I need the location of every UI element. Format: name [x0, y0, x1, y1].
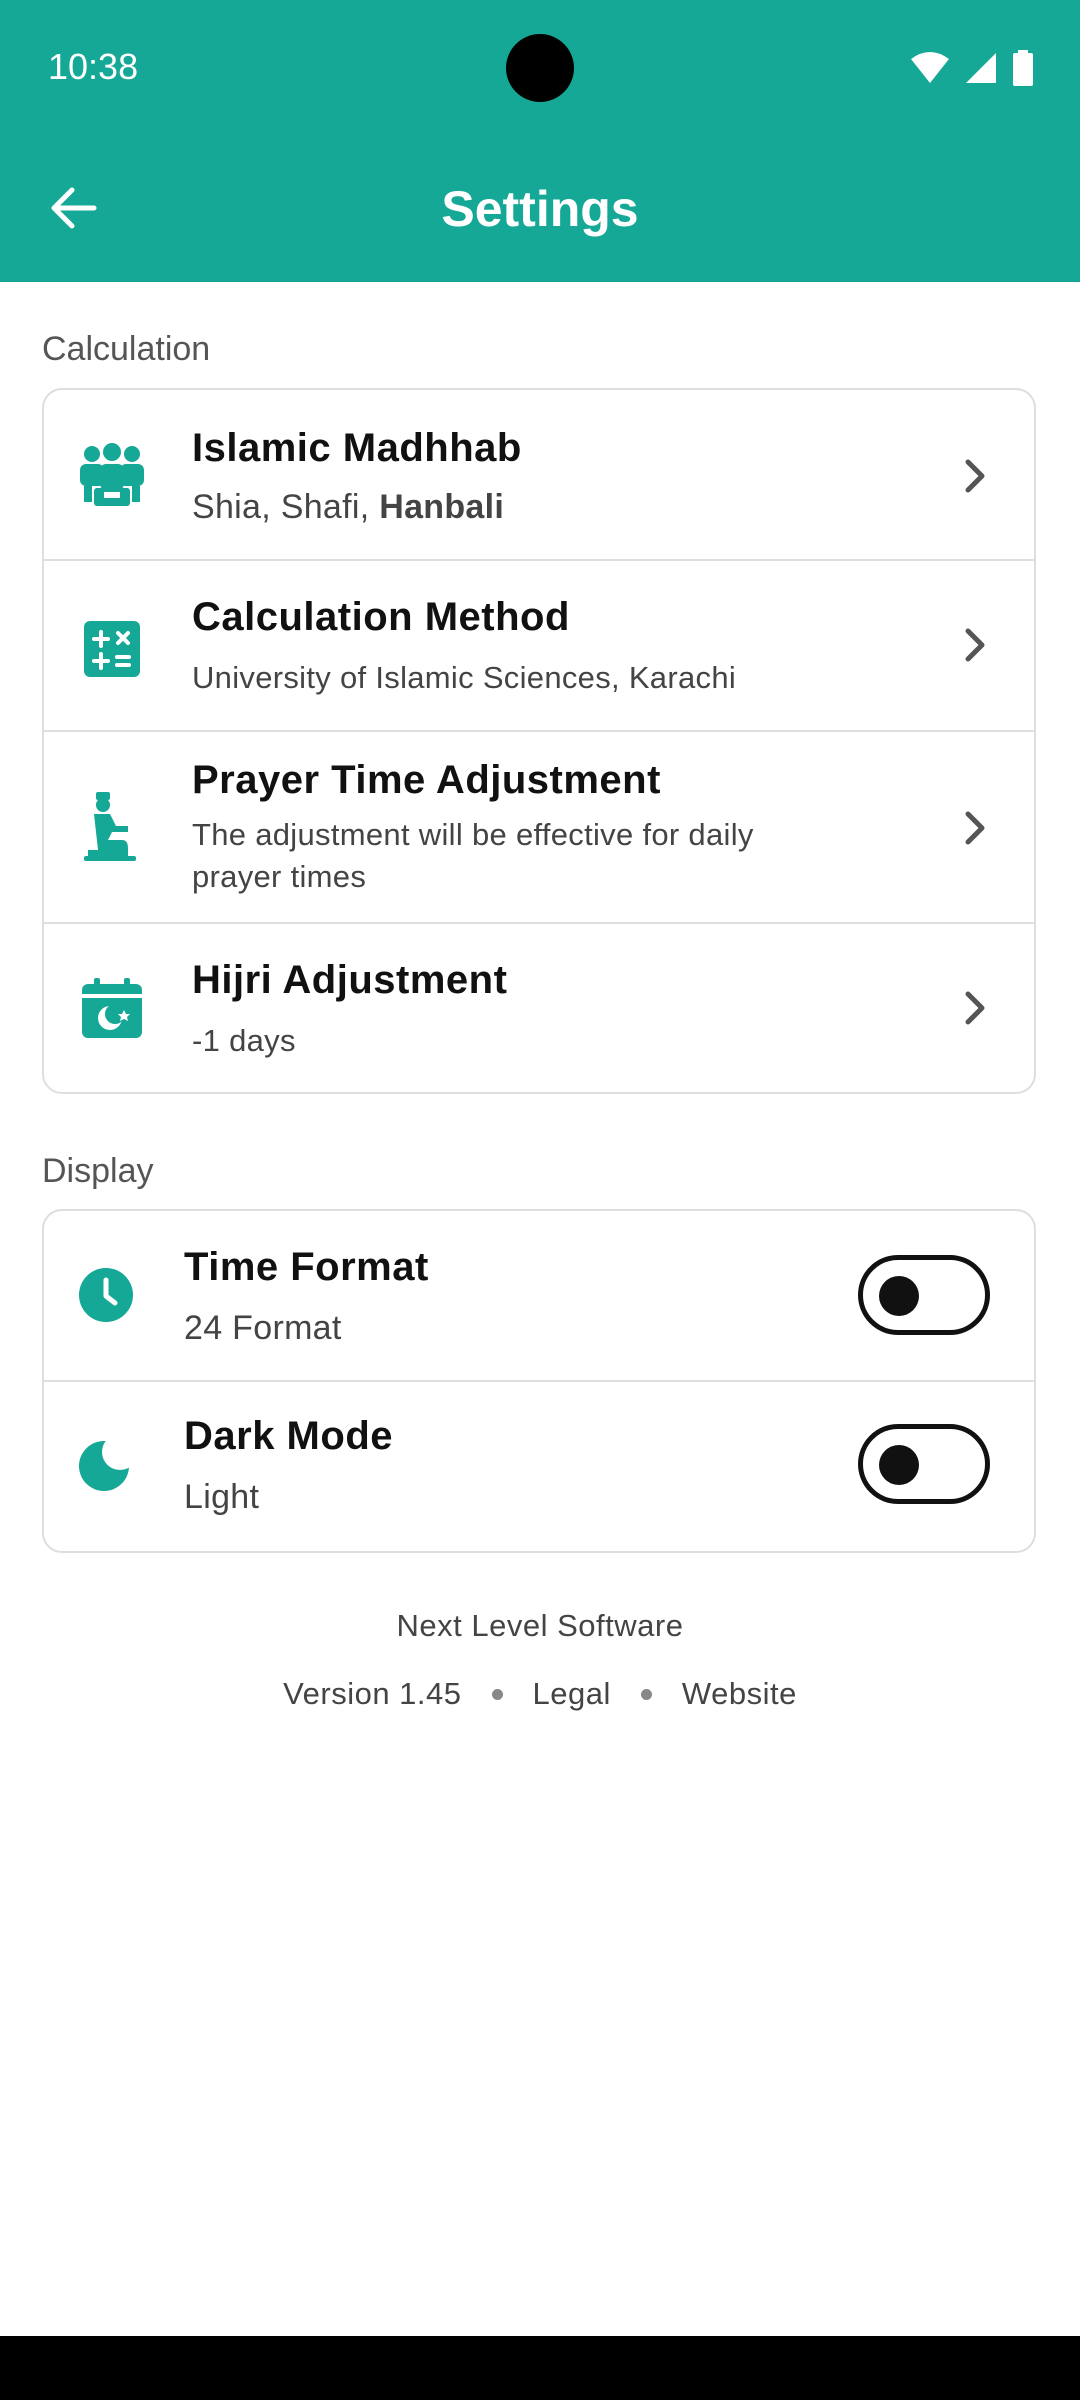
signal-icon: [966, 53, 996, 83]
item-title: Dark Mode: [184, 1414, 393, 1458]
section-label-display: Display: [42, 1152, 154, 1190]
item-title: Time Format: [184, 1245, 429, 1289]
time-format-toggle[interactable]: [858, 1255, 990, 1335]
navigation-bar: [0, 2336, 1080, 2400]
toggle-knob: [879, 1276, 919, 1316]
item-subtitle-line1: The adjustment will be effective for dai…: [192, 817, 754, 852]
separator-dot: [491, 1688, 503, 1700]
dark-mode-toggle[interactable]: [858, 1424, 990, 1504]
camera-cutout: [506, 34, 574, 102]
item-title: Prayer Time Adjustment: [192, 758, 661, 802]
toggle-knob: [879, 1445, 919, 1485]
subtitle-bold: Hanbali: [379, 488, 505, 526]
item-subtitle: Shia, Shafi, Hanbali: [192, 486, 504, 528]
calculator-icon: [78, 615, 146, 683]
app-bar: 10:38 Settings: [0, 0, 1080, 282]
chevron-right-icon: [965, 811, 985, 845]
status-icons: [910, 50, 1034, 86]
item-subtitle: -1 days: [192, 1023, 296, 1058]
footer-links: Version 1.45 Legal Website: [0, 1676, 1080, 1712]
company-name: Next Level Software: [396, 1608, 684, 1643]
item-subtitle-line2: prayer times: [192, 859, 367, 894]
item-subtitle: University of Islamic Sciences, Karachi: [192, 660, 737, 695]
separator-dot: [640, 1688, 652, 1700]
item-title: Islamic Madhhab: [192, 426, 522, 470]
subtitle-plain: Shia, Shafi,: [192, 488, 380, 526]
settings-item-prayer-time-adjustment[interactable]: Prayer Time Adjustment The adjustment wi…: [44, 732, 1034, 924]
wifi-icon: [911, 52, 949, 83]
calendar-crescent-icon: [78, 974, 146, 1042]
chevron-right-icon: [965, 459, 985, 493]
legal-link[interactable]: Legal: [533, 1676, 611, 1712]
home-indicator[interactable]: [398, 2244, 682, 2254]
website-link[interactable]: Website: [682, 1676, 797, 1712]
display-card: Time Format 24 Format Dark Mode Light: [42, 1209, 1036, 1553]
version-text: Version 1.45: [283, 1676, 462, 1711]
praying-person-icon: [78, 792, 146, 861]
chevron-right-icon: [965, 628, 985, 662]
chevron-right-icon: [965, 991, 985, 1025]
item-subtitle: Light: [184, 1478, 260, 1516]
item-title: Hijri Adjustment: [192, 958, 508, 1002]
item-subtitle: 24 Format: [184, 1309, 342, 1347]
settings-item-calculation-method[interactable]: Calculation Method University of Islamic…: [44, 561, 1034, 732]
moon-icon: [72, 1430, 140, 1498]
settings-item-islamic-madhhab[interactable]: Islamic Madhhab Shia, Shafi, Hanbali: [44, 390, 1034, 561]
settings-item-hijri-adjustment[interactable]: Hijri Adjustment -1 days: [44, 924, 1034, 1092]
page-title: Settings: [441, 181, 639, 237]
settings-item-dark-mode[interactable]: Dark Mode Light: [44, 1382, 1034, 1551]
settings-item-time-format[interactable]: Time Format 24 Format: [44, 1211, 1034, 1382]
section-label-calculation: Calculation: [42, 330, 211, 368]
people-group-icon: [78, 440, 146, 508]
item-title: Calculation Method: [192, 595, 570, 639]
calculation-card: Islamic Madhhab Shia, Shafi, Hanbali Cal…: [42, 388, 1036, 1094]
clock-icon: [72, 1261, 140, 1329]
status-time: 10:38: [48, 46, 139, 87]
battery-icon: [1013, 50, 1033, 86]
